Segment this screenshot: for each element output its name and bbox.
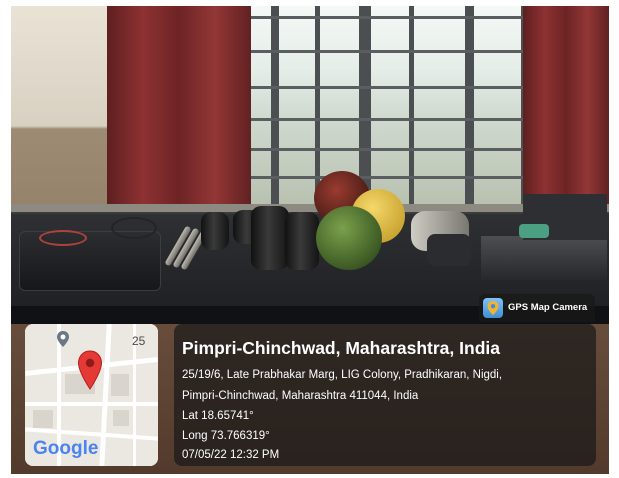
foam-roller [201, 212, 229, 250]
latitude: Lat 18.65741° [182, 410, 254, 422]
location-info-panel: Pimpri-Chinchwad, Maharashtra, India 25/… [174, 324, 596, 466]
curtain-right [523, 6, 609, 221]
green-ball [316, 206, 382, 270]
google-logo: Google [33, 438, 99, 459]
cable [39, 230, 87, 246]
foam-roller [251, 206, 289, 270]
gps-camera-icon [483, 298, 503, 318]
grip-trainer [427, 234, 471, 266]
photo: GPS Map Camera 25 Google Pimpri-Chinchwa… [11, 6, 609, 474]
spring-rack [481, 236, 607, 280]
map-marker-icon [55, 330, 71, 353]
foam-roller [285, 212, 319, 270]
location-title: Pimpri-Chinchwad, Maharashtra, India [182, 338, 500, 358]
longitude: Long 73.766319° [182, 430, 270, 442]
datetime: 07/05/22 12:32 PM [182, 449, 280, 461]
curtain-left [107, 6, 251, 221]
address-line-1: 25/19/6, Late Prabhakar Marg, LIG Colony… [182, 369, 503, 381]
address-line-2: Pimpri-Chinchwad, Maharashtra 411044, In… [182, 390, 419, 402]
green-handle [519, 224, 549, 238]
band [111, 217, 157, 239]
map-pin-icon [77, 350, 103, 395]
badge-label: GPS Map Camera [508, 302, 588, 313]
window [229, 6, 529, 211]
map-street-number: 25 [132, 334, 146, 348]
gps-camera-badge: GPS Map Camera [479, 294, 595, 322]
location-map-thumbnail: 25 Google [25, 324, 158, 466]
